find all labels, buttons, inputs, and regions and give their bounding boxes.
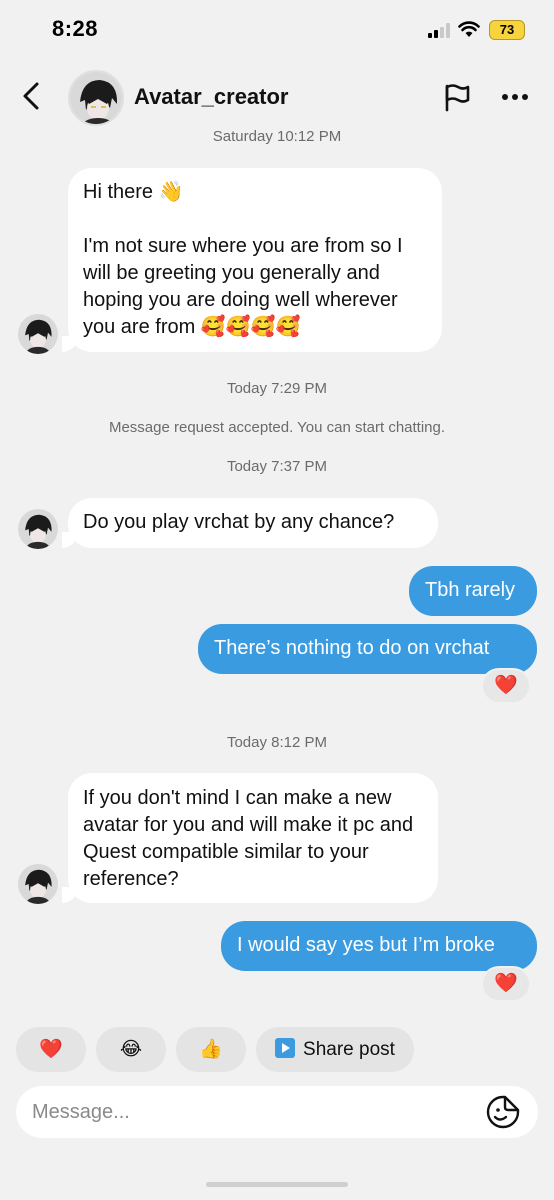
system-message: Message request accepted. You can start … — [108, 419, 446, 436]
avatar[interactable] — [18, 509, 58, 549]
avatar[interactable] — [68, 70, 124, 126]
heart-reaction[interactable]: ❤️ — [481, 966, 531, 1002]
message-composer — [16, 1086, 538, 1138]
status-bar: 8:28 73 — [0, 0, 554, 60]
wifi-icon — [458, 21, 480, 37]
play-icon — [275, 1038, 296, 1059]
chat-header: Avatar_creator — [0, 60, 554, 132]
message-bubble-outgoing[interactable]: Tbh rarely — [409, 566, 537, 616]
status-time: 8:28 — [52, 16, 99, 41]
share-post-button[interactable]: Share post — [256, 1027, 414, 1072]
timestamp: Today 8:12 PM — [226, 734, 328, 751]
contact-name[interactable]: Avatar_creator — [134, 84, 289, 110]
message-bubble-outgoing[interactable]: There’s nothing to do on vrchat — [198, 624, 537, 674]
message-text: I would say yes but I’m broke — [237, 934, 495, 956]
more-dots-icon[interactable] — [498, 82, 532, 112]
home-indicator — [206, 1182, 348, 1187]
message-bubble-incoming[interactable]: Hi there 👋 I'm not sure where you are fr… — [62, 168, 442, 352]
message-text: There’s nothing to do on vrchat — [214, 637, 490, 659]
battery-indicator: 73 — [489, 20, 525, 40]
chevron-left-icon[interactable] — [18, 80, 46, 112]
quick-reaction-thumbs-up[interactable]: 👍 — [176, 1027, 246, 1072]
avatar[interactable] — [18, 314, 58, 354]
heart-reaction[interactable]: ❤️ — [481, 668, 531, 704]
timestamp: Saturday 10:12 PM — [212, 128, 342, 145]
message-text: Tbh rarely — [425, 579, 516, 601]
timestamp: Today 7:37 PM — [226, 458, 328, 475]
quick-reaction-laugh[interactable]: 😂 — [96, 1027, 166, 1072]
message-bubble-incoming[interactable]: Do you play vrchat by any chance? — [62, 498, 438, 548]
sticker-icon[interactable] — [486, 1095, 520, 1129]
cellular-signal-icon — [428, 22, 452, 38]
message-text: Do you play vrchat by any chance? — [83, 511, 395, 533]
message-text: If you don't mind I can make a new avata… — [83, 787, 419, 890]
timestamp: Today 7:29 PM — [226, 380, 328, 397]
message-text: Hi there 👋 I'm not sure where you are fr… — [83, 181, 403, 338]
message-input[interactable] — [32, 1096, 472, 1128]
avatar[interactable] — [18, 864, 58, 904]
quick-reaction-heart[interactable]: ❤️ — [16, 1027, 86, 1072]
message-bubble-incoming[interactable]: If you don't mind I can make a new avata… — [62, 773, 438, 903]
message-bubble-outgoing[interactable]: I would say yes but I’m broke — [221, 921, 537, 971]
share-post-label: Share post — [303, 1039, 395, 1060]
chat-screen: 8:28 73 Avatar_creator Saturday 10:12 PM… — [0, 0, 554, 1200]
flag-icon[interactable] — [442, 82, 472, 112]
